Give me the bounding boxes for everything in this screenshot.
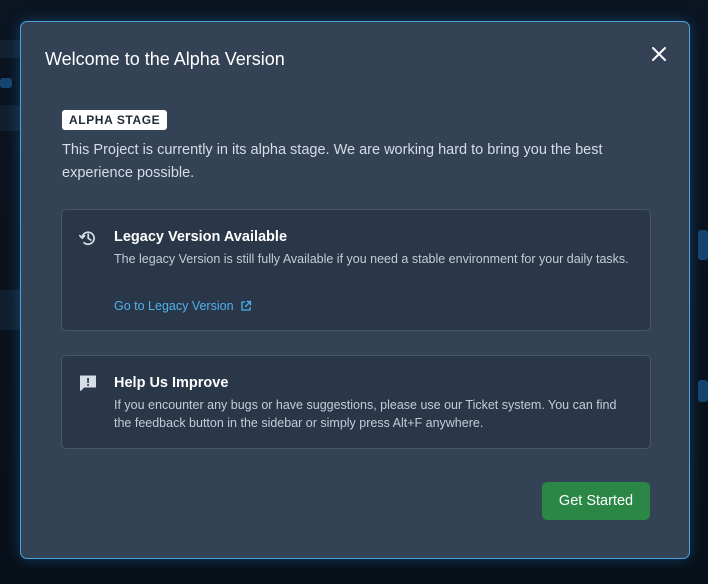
external-link-icon: [240, 300, 251, 311]
get-started-button[interactable]: Get Started: [542, 482, 650, 520]
feedback-icon: [80, 375, 96, 391]
legacy-card-title: Legacy Version Available: [114, 229, 288, 245]
legacy-card-text: The legacy Version is still fully Availa…: [114, 252, 629, 266]
intro-text: This Project is currently in its alpha s…: [62, 142, 603, 181]
legacy-version-card: Legacy Version Available The legacy Vers…: [61, 209, 651, 331]
history-icon: [78, 231, 95, 246]
backdrop-strip: [0, 40, 20, 58]
dialog-title: Welcome to the Alpha Version: [45, 49, 285, 69]
legacy-version-link[interactable]: Go to Legacy Version: [114, 298, 252, 314]
backdrop-strip: [0, 290, 20, 330]
welcome-dialog: Welcome to the Alpha Version ALPHA STAGE…: [20, 21, 690, 559]
feedback-card-title: Help Us Improve: [114, 375, 229, 391]
feedback-card-text: If you encounter any bugs or have sugges…: [114, 398, 617, 430]
stage-badge: ALPHA STAGE: [62, 110, 168, 130]
backdrop-strip: [0, 78, 12, 88]
close-button[interactable]: [649, 44, 669, 64]
legacy-link-label: Go to Legacy Version: [114, 299, 234, 313]
backdrop-strip: [0, 105, 20, 131]
backdrop-strip: [698, 380, 708, 402]
backdrop-strip: [698, 230, 708, 260]
close-icon: [652, 47, 666, 61]
feedback-card: Help Us Improve If you encounter any bug…: [61, 355, 651, 449]
